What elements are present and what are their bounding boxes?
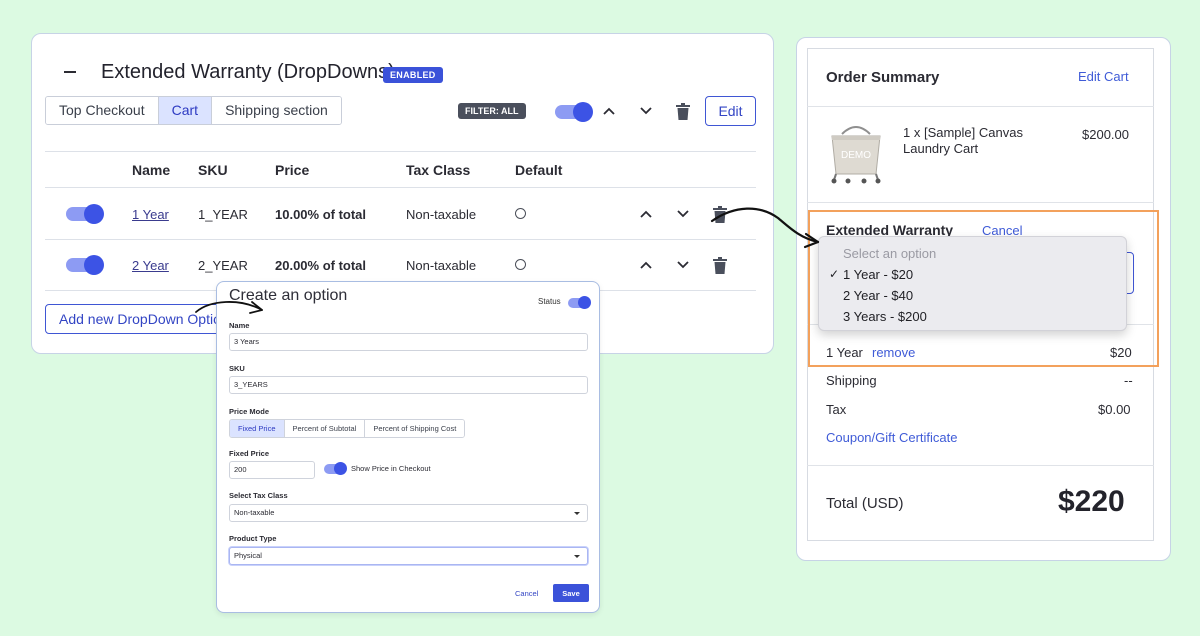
default-radio[interactable] [515,259,526,270]
price-mode-fixed-price[interactable]: Fixed Price [230,420,285,437]
warranty-enabled-toggle[interactable] [555,102,593,122]
name-label: Name [229,321,250,330]
status-label: Status [538,297,561,306]
default-radio[interactable] [515,208,526,219]
price-mode-selector: Fixed Price Percent of Subtotal Percent … [229,419,466,438]
warranty-dropdown-menu: Select an option ✓ 1 Year - $20 2 Year -… [818,236,1127,331]
shipping-label: Shipping [826,373,877,388]
dropdown-option[interactable]: 2 Year - $40 [843,288,913,303]
dialog-title: Create an option [229,287,348,304]
summary-divider [807,202,1154,203]
dropdown-option[interactable]: 1 Year - $20 [843,267,913,282]
option-name-link[interactable]: 1 Year [132,207,169,222]
product-image: DEMO [826,122,886,184]
column-header-tax-class: Tax Class [406,162,471,178]
tax-value: $0.00 [1098,402,1131,417]
sku-label: SKU [229,364,245,373]
total-value: $220 [1058,485,1125,518]
price-mode-percent-subtotal[interactable]: Percent of Subtotal [284,420,366,437]
edit-cart-link[interactable]: Edit Cart [1078,69,1129,84]
chevron-down-icon[interactable] [673,204,693,224]
option-tax-class: Non-taxable [406,258,477,273]
tax-label: Tax [826,402,847,417]
save-button[interactable]: Save [553,584,589,602]
option-name-link[interactable]: 2 Year [132,258,169,273]
add-dropdown-option-button[interactable]: Add new DropDown Option [45,304,225,334]
column-header-default: Default [515,162,563,178]
total-label: Total (USD) [826,495,904,512]
status-toggle[interactable] [568,296,591,309]
trash-icon[interactable] [710,204,730,224]
panel-title: Extended Warranty (DropDowns) [101,61,395,83]
chevron-up-icon[interactable] [636,204,656,224]
price-mode-label: Price Mode [229,407,270,416]
row-enabled-toggle[interactable] [66,255,104,275]
chevron-up-icon[interactable] [636,255,656,275]
product-type-select[interactable]: Physical [229,547,588,565]
option-price: 10.00% of total [275,207,367,222]
placement-tabs: Top Checkout Cart Shipping section [45,96,342,125]
price-mode-percent-shipping[interactable]: Percent of Shipping Cost [365,420,465,437]
chevron-down-icon[interactable] [673,255,693,275]
product-type-label: Product Type [229,534,277,543]
dropdown-placeholder: Select an option [843,246,937,261]
status-badge: ENABLED [383,67,443,83]
coupon-link[interactable]: Coupon/Gift Certificate [826,430,958,445]
name-field[interactable]: 3 Years [229,333,588,351]
tax-class-label: Select Tax Class [229,491,288,500]
column-header-name: Name [132,162,171,178]
fixed-price-field[interactable]: 200 [229,461,315,479]
tax-class-value: Non-taxable [234,508,275,517]
option-tax-class: Non-taxable [406,207,477,222]
demo-watermark: DEMO [841,150,871,161]
sku-field[interactable]: 3_YEARS [229,376,588,394]
option-price: 20.00% of total [275,258,367,273]
option-sku: 1_YEAR [198,207,248,222]
trash-icon[interactable] [710,255,730,275]
tab-cart[interactable]: Cart [158,97,213,124]
shipping-value: -- [1124,373,1133,388]
show-price-toggle[interactable] [324,462,347,475]
create-option-dialog: Create an option Status Name 3 Years SKU… [216,281,600,613]
chevron-down-icon[interactable] [636,101,656,121]
table-divider [45,239,756,240]
trash-icon[interactable] [673,101,693,121]
filter-badge[interactable]: FILTER: ALL [458,103,526,119]
tax-class-select[interactable]: Non-taxable [229,504,588,522]
option-sku: 2_YEAR [198,258,248,273]
caret-down-icon [574,555,580,558]
table-divider [45,151,756,152]
cancel-button[interactable]: Cancel [515,589,538,598]
table-divider [45,187,756,188]
tab-shipping-section[interactable]: Shipping section [212,97,341,124]
collapse-icon[interactable] [60,62,80,82]
order-summary-title: Order Summary [826,69,940,86]
product-price: $200.00 [1082,127,1129,142]
tab-top-checkout[interactable]: Top Checkout [46,97,159,124]
summary-divider [807,465,1154,466]
row-enabled-toggle[interactable] [66,204,104,224]
checkmark-icon: ✓ [829,267,840,281]
column-header-sku: SKU [198,162,228,178]
dropdown-option[interactable]: 3 Years - $200 [843,309,927,324]
fixed-price-label: Fixed Price [229,449,270,458]
product-type-value: Physical [234,551,262,560]
column-header-price: Price [275,162,310,178]
summary-divider [807,106,1154,107]
show-price-label: Show Price in Checkout [351,464,431,473]
edit-button[interactable]: Edit [705,96,756,126]
product-name: 1 x [Sample] Canvas Laundry Cart [903,125,1023,156]
caret-down-icon [574,512,580,515]
chevron-up-icon[interactable] [599,101,619,121]
